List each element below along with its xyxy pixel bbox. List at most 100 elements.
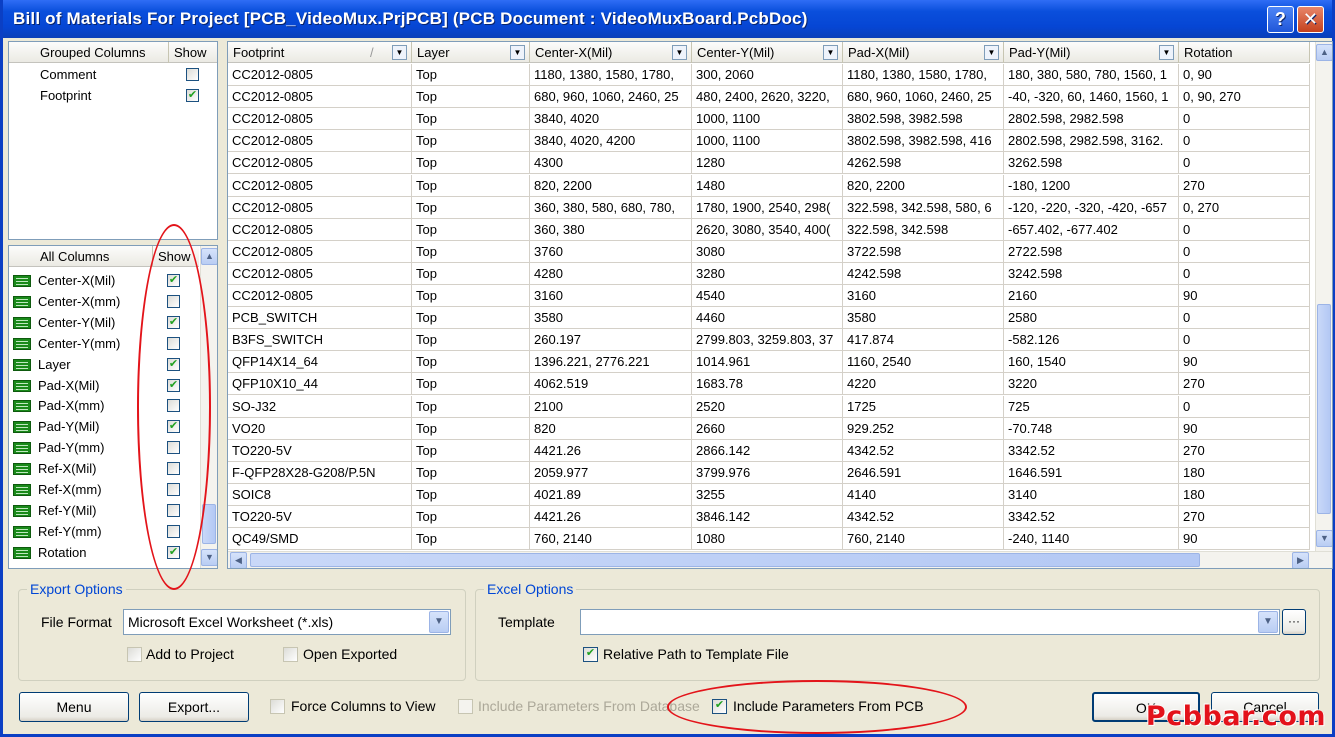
all-column-row[interactable]: Rotation ✔	[9, 542, 199, 563]
scroll-up-icon[interactable]: ▲	[1316, 44, 1332, 61]
export-button[interactable]: Export...	[139, 692, 249, 722]
scroll-down-icon[interactable]: ▼	[1316, 530, 1332, 547]
all-show-checkbox[interactable]	[167, 399, 180, 413]
grid-column-header[interactable]: Layer ▼	[412, 42, 530, 63]
table-row[interactable]: QC49/SMD Top 760, 2140 1080 760, 2140 -240, 1…	[228, 528, 1310, 551]
grouped-column-row[interactable]: Comment	[9, 64, 217, 85]
all-column-row[interactable]: Center-Y(mm)	[9, 333, 199, 354]
all-show-checkbox[interactable]	[167, 503, 180, 517]
grouped-show-checkbox[interactable]: ✔	[186, 89, 199, 102]
table-row[interactable]: CC2012-0805 Top 820, 2200 1480 820, 2200 -180…	[228, 174, 1310, 197]
grouped-show-checkbox[interactable]	[186, 68, 199, 81]
all-column-row[interactable]: Ref-Y(mm)	[9, 521, 199, 542]
table-row[interactable]: CC2012-0805 Top 3160 4540 3160 2160 90	[228, 285, 1310, 307]
all-show-checkbox[interactable]: ✔	[167, 378, 180, 392]
all-column-row[interactable]: Pad-X(mm)	[9, 395, 199, 416]
all-show-checkbox[interactable]: ✔	[167, 545, 180, 559]
all-show-checkbox[interactable]	[167, 524, 180, 538]
table-row[interactable]: F-QFP28X28-G208/P.5N Top 2059.977 3799.976 2…	[228, 461, 1310, 484]
grid-column-header[interactable]: Footprint / ▼	[228, 42, 412, 63]
scroll-thumb[interactable]	[1317, 304, 1331, 514]
all-show-checkbox[interactable]	[167, 462, 180, 476]
table-row[interactable]: CC2012-0805 Top 3840, 4020, 4200 1000, 1100…	[228, 130, 1310, 153]
include-pcb-label: Include Parameters From PCB	[733, 698, 924, 714]
all-column-row[interactable]: Pad-X(Mil) ✔	[9, 375, 199, 396]
all-column-row[interactable]: Pad-Y(mm)	[9, 437, 199, 458]
table-row[interactable]: QFP14X14_64 Top 1396.221, 2776.221 1014.961…	[228, 351, 1310, 374]
filter-dropdown-icon[interactable]: ▼	[510, 45, 525, 60]
all-show-checkbox[interactable]	[167, 441, 180, 455]
table-row[interactable]: CC2012-0805 Top 360, 380 2620, 3080, 3540, …	[228, 218, 1310, 241]
template-select[interactable]: ▼	[580, 609, 1280, 635]
table-row[interactable]: CC2012-0805 Top 3840, 4020 1000, 1100 3802.5…	[228, 108, 1310, 131]
force-columns-checkbox[interactable]	[270, 699, 285, 714]
all-column-row[interactable]: Ref-X(Mil)	[9, 458, 199, 479]
filter-dropdown-icon[interactable]: ▼	[672, 45, 687, 60]
table-row[interactable]: VO20 Top 820 2660 929.252 -70.748 90	[228, 417, 1310, 440]
add-to-project-checkbox[interactable]	[127, 647, 142, 662]
table-row[interactable]: B3FS_SWITCH Top 260.197 2799.803, 3259.803,…	[228, 329, 1310, 352]
help-button[interactable]: ?	[1267, 6, 1294, 33]
include-pcb-checkbox[interactable]: ✔	[712, 699, 727, 714]
table-row[interactable]: CC2012-0805 Top 4280 3280 4242.598 3242.598 0	[228, 262, 1310, 285]
all-column-row[interactable]: Center-X(mm)	[9, 291, 199, 312]
grid-column-header[interactable]: Center-Y(Mil) ▼	[692, 42, 843, 63]
grid-vertical-scrollbar[interactable]: ▲ ▼	[1315, 42, 1332, 551]
scroll-down-icon[interactable]: ▼	[201, 549, 217, 566]
all-show-checkbox[interactable]	[167, 483, 180, 496]
scroll-left-icon[interactable]: ◀	[230, 552, 247, 568]
all-column-row[interactable]: Layer ✔	[9, 354, 199, 375]
relative-path-checkbox[interactable]: ✔	[583, 647, 598, 662]
filter-dropdown-icon[interactable]: ▼	[1159, 45, 1174, 60]
title-bar[interactable]: Bill of Materials For Project [PCB_Video…	[3, 0, 1332, 38]
all-show-checkbox[interactable]: ✔	[167, 420, 180, 434]
table-row[interactable]: TO220-5V Top 4421.26 2866.142 4342.52 3342.52…	[228, 439, 1310, 462]
filter-dropdown-icon[interactable]: ▼	[984, 45, 999, 60]
scroll-up-icon[interactable]: ▲	[201, 248, 217, 265]
all-columns-scrollbar[interactable]: ▲ ▼	[200, 246, 217, 568]
open-exported-checkbox[interactable]	[283, 647, 298, 662]
grouped-columns-panel: Grouped Columns Show Comment Footprint ✔	[8, 41, 218, 240]
scroll-thumb[interactable]	[250, 553, 1200, 567]
filter-dropdown-icon[interactable]: ▼	[823, 45, 838, 60]
table-row[interactable]: CC2012-0805 Top 360, 380, 580, 680, 780, 17…	[228, 196, 1310, 219]
all-show-checkbox[interactable]: ✔	[167, 274, 180, 287]
browse-template-button[interactable]: ···	[1282, 609, 1306, 635]
table-row[interactable]: CC2012-0805 Top 1180, 1380, 1580, 1780, 300…	[228, 64, 1310, 86]
table-row[interactable]: CC2012-0805 Top 3760 3080 3722.598 2722.598 0	[228, 240, 1310, 263]
all-show-checkbox[interactable]: ✔	[167, 315, 180, 329]
grid-column-header[interactable]: Pad-X(Mil) ▼	[843, 42, 1004, 63]
grid-horizontal-scrollbar[interactable]: ◀ ▶	[228, 551, 1332, 568]
grid-column-header[interactable]: Center-X(Mil) ▼	[530, 42, 692, 63]
grouped-column-row[interactable]: Footprint ✔	[9, 85, 217, 106]
grid-column-header[interactable]: Pad-Y(Mil) ▼	[1004, 42, 1179, 63]
table-cell: Top	[412, 86, 530, 109]
all-show-checkbox[interactable]	[167, 336, 180, 350]
all-column-row[interactable]: Ref-Y(Mil)	[9, 500, 199, 521]
file-format-select[interactable]: Microsoft Excel Worksheet (*.xls) ▼	[123, 609, 451, 635]
close-button[interactable]: ✕	[1297, 6, 1324, 33]
chevron-down-icon[interactable]: ▼	[1258, 611, 1278, 633]
filter-dropdown-icon[interactable]: ▼	[392, 45, 407, 60]
table-row[interactable]: SO-J32 Top 2100 2520 1725 725 0	[228, 395, 1310, 418]
scroll-right-icon[interactable]: ▶	[1292, 552, 1309, 568]
table-row[interactable]: CC2012-0805 Top 4300 1280 4262.598 3262.598 0	[228, 152, 1310, 175]
all-column-row[interactable]: Pad-Y(Mil) ✔	[9, 416, 199, 437]
table-row[interactable]: SOIC8 Top 4021.89 3255 4140 3140 180	[228, 483, 1310, 506]
scroll-thumb[interactable]	[202, 504, 216, 544]
table-row[interactable]: CC2012-0805 Top 680, 960, 1060, 2460, 25 48…	[228, 86, 1310, 109]
all-column-row[interactable]: Center-X(Mil) ✔	[9, 270, 199, 291]
menu-button[interactable]: Menu	[19, 692, 129, 722]
table-row[interactable]: QFP10X10_44 Top 4062.519 1683.78 4220 3220 270	[228, 373, 1310, 396]
all-column-row[interactable]: Ref-X(mm)	[9, 479, 199, 500]
grid-column-header[interactable]: Rotation	[1179, 42, 1310, 63]
all-column-row[interactable]: Center-Y(Mil) ✔	[9, 312, 199, 333]
table-row[interactable]: TO220-5V Top 4421.26 3846.142 4342.52 3342.52…	[228, 506, 1310, 528]
chevron-down-icon[interactable]: ▼	[429, 611, 449, 633]
all-show-checkbox[interactable]: ✔	[167, 357, 180, 371]
table-row[interactable]: PCB_SWITCH Top 3580 4460 3580 2580 0	[228, 307, 1310, 330]
include-database-checkbox[interactable]	[458, 699, 473, 714]
table-cell: 3840, 4020, 4200	[530, 130, 692, 153]
table-cell: 3580	[530, 307, 692, 330]
all-show-checkbox[interactable]	[167, 294, 180, 308]
